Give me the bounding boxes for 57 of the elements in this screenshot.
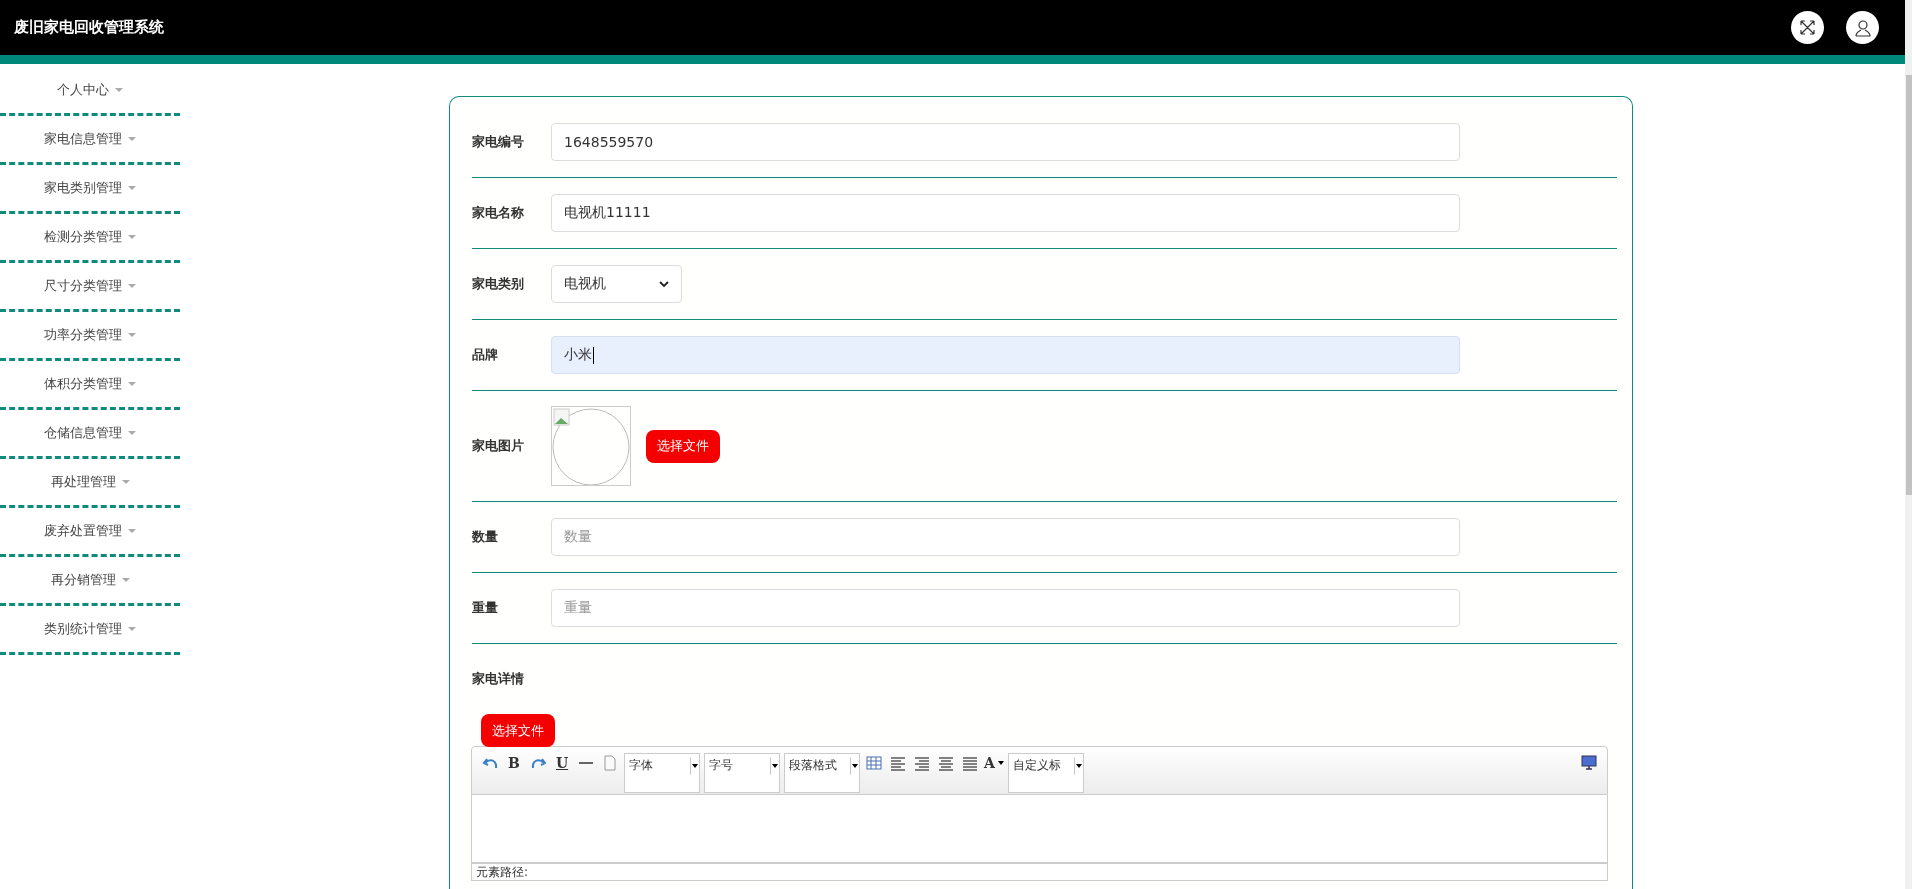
sidebar-item[interactable]: 检测分类管理 <box>44 228 122 246</box>
sidebar-item[interactable]: 类别统计管理 <box>44 620 122 638</box>
element-path-label: 元素路径: <box>476 865 529 879</box>
sidebar-item[interactable]: 仓储信息管理 <box>44 424 122 442</box>
align-center-icon[interactable] <box>938 755 954 771</box>
chevron-down-icon <box>659 280 669 288</box>
sidebar-item[interactable]: 体积分类管理 <box>44 375 122 393</box>
caret-icon <box>128 382 136 386</box>
sidebar-item[interactable]: 再处理管理 <box>50 473 116 491</box>
app-title: 废旧家电回收管理系统 <box>14 18 165 37</box>
sidebar-item[interactable]: 家电类别管理 <box>44 179 122 197</box>
monitor-icon[interactable] <box>1581 755 1597 771</box>
sidebar-item[interactable]: 再分销管理 <box>50 571 116 589</box>
field-label: 家电名称 <box>472 204 525 222</box>
field-label: 重量 <box>472 599 499 617</box>
caret-icon <box>128 137 136 141</box>
sidebar-item[interactable]: 废弃处置管理 <box>44 522 122 540</box>
align-right-icon[interactable] <box>914 755 930 771</box>
choose-file-button[interactable]: 选择文件 <box>646 429 720 463</box>
caret-icon <box>128 627 136 631</box>
sidebar-item[interactable]: 家电信息管理 <box>44 130 122 148</box>
font-color-button[interactable]: A <box>984 753 1004 773</box>
caret-icon <box>121 480 130 484</box>
caret-icon <box>128 235 136 239</box>
field-label: 数量 <box>472 528 499 546</box>
choose-file-button[interactable]: 选择文件 <box>481 714 555 747</box>
page-icon[interactable] <box>602 755 618 771</box>
fullscreen-icon[interactable] <box>1791 11 1824 44</box>
caret-icon <box>128 186 136 190</box>
toolbar-dropdown[interactable]: 自定义标 <box>1008 753 1084 793</box>
input-field[interactable]: 电视机11111 <box>551 194 1460 232</box>
sidebar-item[interactable]: 尺寸分类管理 <box>44 277 122 295</box>
field-label: 家电编号 <box>472 133 525 151</box>
underline-button[interactable]: U <box>552 753 572 773</box>
caret-icon <box>128 284 136 288</box>
field-label: 品牌 <box>472 346 499 364</box>
caret-icon <box>115 88 123 92</box>
input-field[interactable]: 1648559570 <box>551 123 1460 161</box>
toolbar-dropdown[interactable]: 字体 <box>624 753 700 793</box>
caret-icon <box>128 529 136 533</box>
field-label: 家电类别 <box>472 275 525 293</box>
sidebar-item[interactable]: 个人中心 <box>57 81 109 99</box>
caret-icon <box>128 431 136 435</box>
category-select[interactable]: 电视机 <box>551 265 682 303</box>
caret-icon <box>121 578 130 582</box>
justify-icon[interactable] <box>962 755 978 771</box>
toolbar-dropdown[interactable]: 字号 <box>704 753 780 793</box>
bold-button[interactable]: B <box>504 753 524 773</box>
field-label: 家电详情 <box>472 670 525 688</box>
align-left-icon[interactable] <box>890 755 906 771</box>
user-icon[interactable] <box>1846 11 1879 44</box>
toolbar-dropdown[interactable]: 段落格式 <box>784 753 860 793</box>
caret-icon <box>128 333 136 337</box>
sidebar-item[interactable]: 功率分类管理 <box>44 326 122 344</box>
table-icon[interactable] <box>866 755 882 771</box>
field-label: 家电图片 <box>472 437 525 455</box>
input-field[interactable]: 小米 <box>551 336 1460 374</box>
